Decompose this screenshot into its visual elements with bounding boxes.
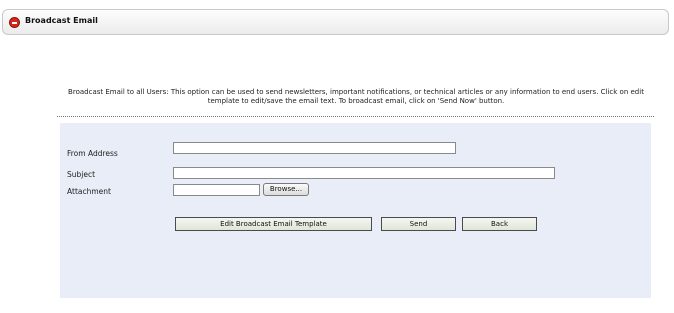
section-title: Broadcast Email [25,16,98,25]
section-header: Broadcast Email [2,9,669,35]
from-address-input[interactable] [173,142,456,154]
divider [57,116,654,117]
browse-button[interactable]: Browse... [263,183,309,196]
back-button[interactable]: Back [462,217,537,231]
edit-template-button[interactable]: Edit Broadcast Email Template [175,217,372,231]
description-text: Broadcast Email to all Users: This optio… [68,88,644,105]
subject-label: Subject [67,170,96,179]
subject-input[interactable] [173,167,555,179]
attachment-label: Attachment [67,187,111,196]
from-address-label: From Address [67,149,118,158]
attachment-input[interactable] [173,184,260,196]
send-button[interactable]: Send [381,217,456,231]
collapse-icon[interactable] [9,17,20,28]
